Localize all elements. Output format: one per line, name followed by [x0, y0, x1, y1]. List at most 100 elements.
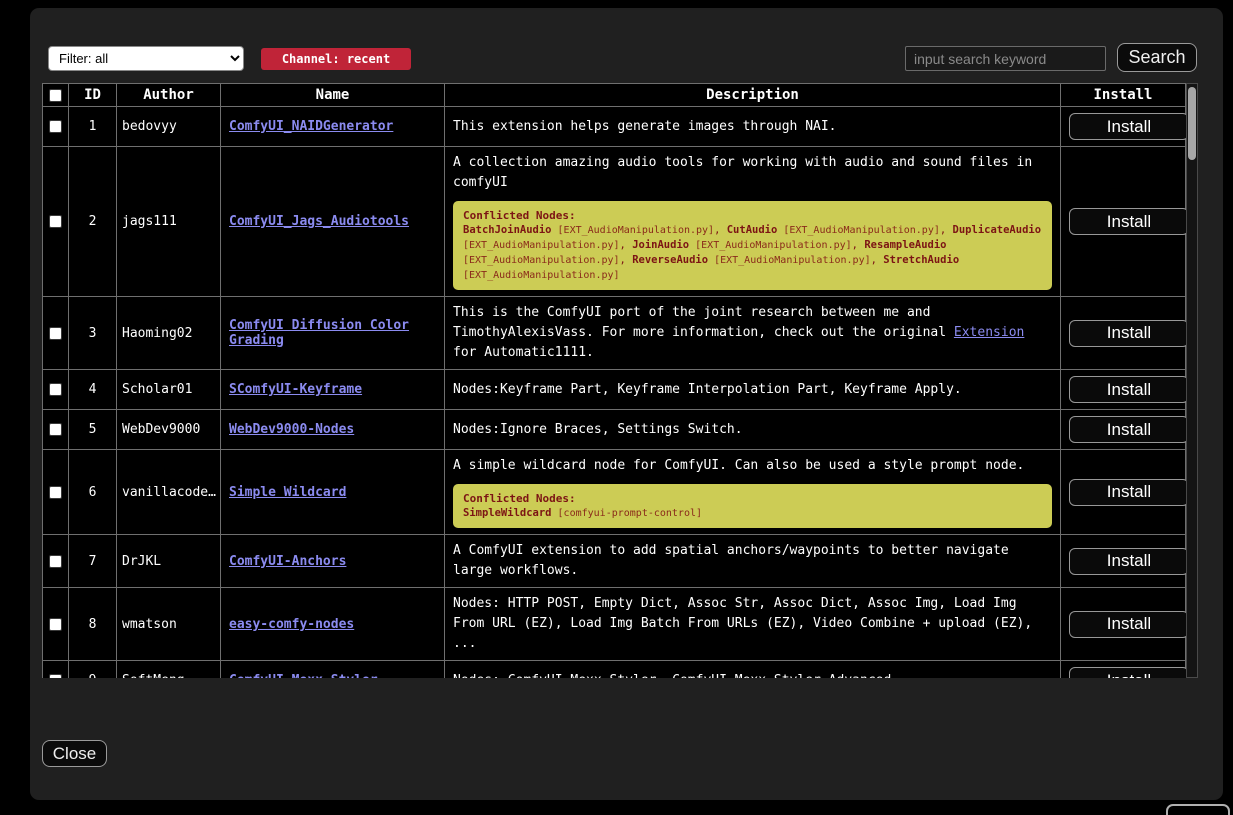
conflicted-nodes-list: SimpleWildcard [comfyui-prompt-control] — [463, 506, 1042, 521]
install-button[interactable]: Install — [1069, 376, 1189, 403]
row-checkbox[interactable] — [49, 618, 62, 631]
node-name-link[interactable]: ComfyUI_Mexx_Styler — [229, 673, 378, 678]
row-name-cell: Simple Wildcard — [221, 450, 445, 535]
row-author: Haoming02 — [117, 297, 221, 370]
install-button[interactable]: Install — [1069, 548, 1189, 575]
row-author: SoftMeng — [117, 661, 221, 679]
row-name-cell: ComfyUI_Mexx_Styler — [221, 661, 445, 679]
row-checkbox-cell — [43, 147, 69, 297]
conflicted-nodes-box: Conflicted Nodes:SimpleWildcard [comfyui… — [453, 484, 1052, 528]
channel-badge[interactable]: Channel: recent — [261, 48, 411, 70]
row-install-cell: Install — [1061, 535, 1186, 588]
row-install-cell: Install — [1061, 107, 1186, 147]
table-scrollbar-thumb[interactable] — [1188, 87, 1196, 160]
table-header-row: ID Author Name Description Install — [43, 84, 1186, 107]
conflicted-nodes-title: Conflicted Nodes: — [463, 491, 1042, 506]
row-name-cell: ComfyUI_NAIDGenerator — [221, 107, 445, 147]
table-row: 6vanillacode…Simple WildcardA simple wil… — [43, 450, 1186, 535]
node-name-link[interactable]: SComfyUI-Keyframe — [229, 382, 362, 397]
table-row: 2jags111 ComfyUI_Jags_Audiotools A collect… — [43, 147, 1186, 297]
row-checkbox-cell — [43, 107, 69, 147]
row-description: This is the ComfyUI port of the joint re… — [445, 297, 1061, 370]
row-checkbox[interactable] — [49, 327, 62, 340]
node-name-link[interactable]: ComfyUI_NAIDGenerator — [229, 119, 393, 134]
table-row: 8wmatsoneasy-comfy-nodesNodes: HTTP POST… — [43, 588, 1186, 661]
description-text: Nodes:Keyframe Part, Keyframe Interpolat… — [453, 380, 1052, 400]
install-button[interactable]: Install — [1069, 611, 1189, 638]
node-name-link[interactable]: WebDev9000-Nodes — [229, 422, 354, 437]
row-checkbox[interactable] — [49, 120, 62, 133]
conflict-node-source: [EXT_AudioManipulation.py] — [708, 255, 871, 266]
select-all-checkbox[interactable] — [49, 89, 62, 102]
row-description: Nodes: ComfyUI Mexx Styler, ComfyUI Mexx… — [445, 661, 1061, 679]
description-text: Nodes: HTTP POST, Empty Dict, Assoc Str,… — [453, 594, 1052, 654]
node-name-link[interactable]: ComfyUI Diffusion Color Grading — [229, 318, 409, 348]
conflict-node-name: DuplicateAudio — [953, 224, 1042, 236]
conflicted-nodes-list: BatchJoinAudio [EXT_AudioManipulation.py… — [463, 223, 1042, 283]
install-button[interactable]: Install — [1069, 416, 1189, 443]
description-link[interactable]: Extension — [954, 325, 1024, 340]
row-name-cell: ComfyUI Diffusion Color Grading — [221, 297, 445, 370]
custom-nodes-table-wrap: ID Author Name Description Install 1bedo… — [42, 83, 1198, 678]
row-description: Nodes:Ignore Braces, Settings Switch. — [445, 410, 1061, 450]
node-name-link[interactable]: easy-comfy-nodes — [229, 617, 354, 632]
row-author: bedovyy — [117, 107, 221, 147]
row-author: jags111 — [117, 147, 221, 297]
row-id: 4 — [69, 370, 117, 410]
row-install-cell: Install — [1061, 147, 1186, 297]
row-name-cell: easy-comfy-nodes — [221, 588, 445, 661]
row-description: This extension helps generate images thr… — [445, 107, 1061, 147]
install-button[interactable]: Install — [1069, 113, 1189, 140]
row-id: 1 — [69, 107, 117, 147]
table-row: 5WebDev9000WebDev9000-NodesNodes:Ignore … — [43, 410, 1186, 450]
table-row: 1bedovyy ComfyUI_NAIDGenerator This extens… — [43, 107, 1186, 147]
row-checkbox-cell — [43, 450, 69, 535]
row-author: wmatson — [117, 588, 221, 661]
row-name-cell: SComfyUI-Keyframe — [221, 370, 445, 410]
description-text: A ComfyUI extension to add spatial ancho… — [453, 541, 1052, 581]
description-text: A collection amazing audio tools for wor… — [453, 153, 1052, 193]
row-description: Nodes:Keyframe Part, Keyframe Interpolat… — [445, 370, 1061, 410]
node-name-link[interactable]: Simple Wildcard — [229, 485, 346, 500]
table-row: 7DrJKL ComfyUI-Anchors A ComfyUI extension… — [43, 535, 1186, 588]
row-install-cell: Install — [1061, 661, 1186, 679]
node-name-link[interactable]: ComfyUI-Anchors — [229, 554, 346, 569]
row-checkbox-cell — [43, 370, 69, 410]
col-header-name: Name — [221, 84, 445, 107]
install-button[interactable]: Install — [1069, 667, 1189, 678]
close-button[interactable]: Close — [42, 740, 107, 767]
description-text: This extension helps generate images thr… — [453, 117, 1052, 137]
conflict-node-name: StretchAudio — [883, 254, 959, 266]
conflicted-nodes-title: Conflicted Nodes: — [463, 208, 1042, 223]
row-author: DrJKL — [117, 535, 221, 588]
install-button[interactable]: Install — [1069, 320, 1189, 347]
row-checkbox[interactable] — [49, 486, 62, 499]
conflict-node-name: CutAudio — [727, 224, 778, 236]
custom-nodes-table: ID Author Name Description Install 1bedo… — [42, 83, 1186, 678]
node-name-link[interactable]: ComfyUI_Jags_Audiotools — [229, 214, 409, 229]
row-checkbox[interactable] — [49, 215, 62, 228]
row-checkbox-cell — [43, 297, 69, 370]
search-button[interactable]: Search — [1117, 43, 1197, 72]
row-install-cell: Install — [1061, 297, 1186, 370]
row-checkbox[interactable] — [49, 674, 62, 678]
install-button[interactable]: Install — [1069, 479, 1189, 506]
table-row: 3Haoming02ComfyUI Diffusion Color Gradin… — [43, 297, 1186, 370]
search-input[interactable] — [905, 46, 1106, 71]
row-checkbox-cell — [43, 588, 69, 661]
row-description: Nodes: HTTP POST, Empty Dict, Assoc Str,… — [445, 588, 1061, 661]
table-row: 4Scholar01SComfyUI-KeyframeNodes:Keyfram… — [43, 370, 1186, 410]
conflict-node-source: [EXT_AudioManipulation.py] — [463, 240, 620, 251]
install-button[interactable]: Install — [1069, 208, 1189, 235]
row-id: 9 — [69, 661, 117, 679]
conflict-node-source: [EXT_AudioManipulation.py] — [777, 225, 940, 236]
row-checkbox[interactable] — [49, 423, 62, 436]
row-id: 7 — [69, 535, 117, 588]
row-checkbox[interactable] — [49, 383, 62, 396]
table-scrollbar[interactable] — [1186, 83, 1198, 678]
background-partial-button — [1166, 804, 1230, 815]
row-checkbox[interactable] — [49, 555, 62, 568]
conflict-node-source: [EXT_AudioManipulation.py] — [689, 240, 852, 251]
filter-select[interactable]: Filter: all — [48, 46, 244, 71]
row-id: 2 — [69, 147, 117, 297]
